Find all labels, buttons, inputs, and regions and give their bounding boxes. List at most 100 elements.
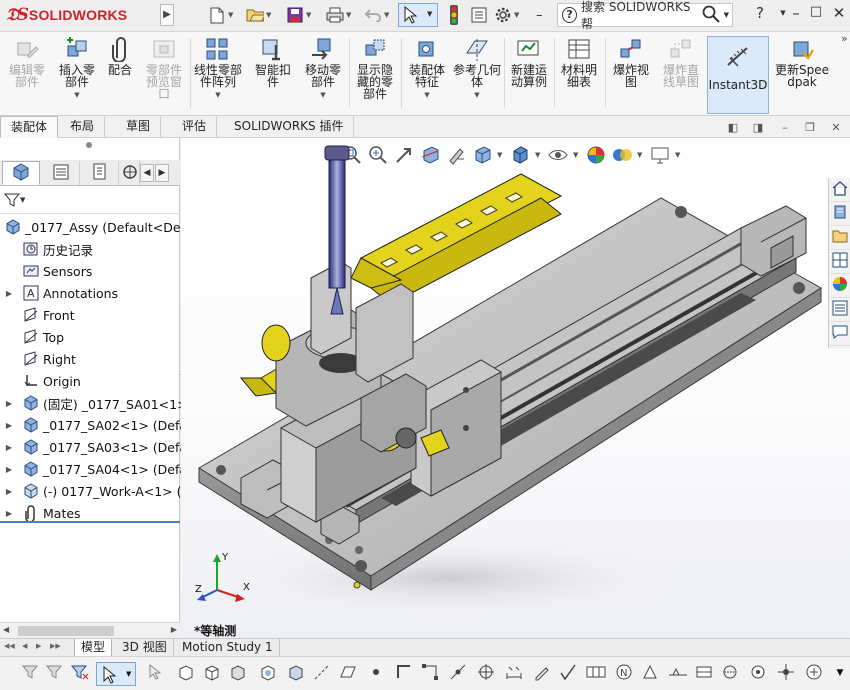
bill-of-materials-button[interactable]: 材料明细表 [556, 36, 602, 88]
filter-sketch-points-button[interactable] [366, 663, 386, 683]
move-component-button[interactable]: 移动零部件 ▼ [300, 36, 346, 101]
filter-midpoints-button[interactable] [420, 663, 440, 683]
search-icon[interactable] [702, 5, 720, 26]
file-properties-button[interactable] [470, 4, 488, 26]
tab-motion-study-1[interactable]: Motion Study 1 [176, 639, 280, 657]
filter-centerline-button[interactable] [476, 663, 496, 683]
select-all-button[interactable] [146, 663, 166, 683]
tab-assembly[interactable]: 装配体 [0, 116, 59, 138]
filter-blocks-button[interactable] [694, 663, 714, 683]
select-tool-button[interactable]: ▼ [398, 3, 438, 27]
filter-planes-button[interactable] [338, 663, 358, 683]
file-explorer-tab[interactable] [829, 226, 850, 250]
filter-surfaces-button[interactable] [258, 663, 278, 683]
next-tab-arrow-icon[interactable]: ▶ [36, 642, 41, 650]
tree-item-sa04[interactable]: ▶ _0177_SA04<1> (Default) [4, 458, 184, 480]
rollback-bar[interactable] [0, 521, 180, 523]
tab-layout[interactable]: 布局 [60, 116, 106, 138]
expand-arrow-icon[interactable]: ▶ [4, 289, 14, 298]
tree-item-right-plane[interactable]: Right [12, 348, 192, 370]
filter-geometric-tolerance-button[interactable] [586, 663, 606, 683]
tab-3d-views[interactable]: 3D 视图 [116, 639, 174, 657]
tab-dimxpert[interactable] [120, 161, 140, 185]
solidworks-logo[interactable]: 𝔇S SOLIDWORKS [6, 5, 127, 25]
customize-button[interactable]: – [536, 4, 543, 26]
open-document-button[interactable]: ▼ [246, 4, 271, 26]
toggle-filter-button[interactable] [20, 663, 40, 683]
chevron-down-icon[interactable]: ▼ [724, 11, 732, 19]
filter-datum-target-button[interactable] [640, 663, 660, 683]
appearances-tab[interactable] [829, 274, 850, 298]
filter-more-button[interactable]: ▼ [830, 663, 850, 683]
prev-tab-arrow-icon[interactable]: ◀ [22, 642, 27, 650]
tab-propertymanager[interactable] [42, 161, 80, 185]
filter-routing-points-button[interactable] [804, 663, 824, 683]
scroll-right-button[interactable]: ▶ [155, 164, 169, 182]
doc-close-button[interactable]: ✕ [829, 121, 843, 135]
filter-weld-symbols-button[interactable] [668, 663, 688, 683]
filter-vertices-button[interactable] [176, 663, 196, 683]
assembly-3d-model[interactable] [181, 138, 850, 638]
tree-horizontal-scrollbar[interactable]: ◀ ▶ [0, 622, 180, 638]
expand-arrow-icon[interactable]: ▶ [4, 487, 14, 496]
filter-dimensions-button[interactable] [504, 663, 524, 683]
doc-tile-right-button[interactable]: ◨ [751, 121, 765, 135]
tree-item-sa01[interactable]: ▶ (固定) _0177_SA01<1> (Default) [4, 392, 184, 414]
bottom-select-tool-button[interactable]: ▼ [96, 662, 136, 686]
doc-restore-button[interactable]: ❐ [803, 121, 817, 135]
filter-toolbar-button[interactable] [44, 663, 64, 683]
expand-arrow-icon[interactable]: ▶ [4, 399, 14, 408]
filter-solid-bodies-button[interactable] [286, 663, 306, 683]
tree-item-sa02[interactable]: ▶ _0177_SA02<1> (Default) [4, 414, 184, 436]
tab-configurationmanager[interactable] [81, 161, 119, 185]
tab-sketch[interactable]: 草图 [116, 116, 162, 138]
last-tab-arrow-icon[interactable]: ▶▶ [50, 642, 61, 650]
filter-cosmetic-threads-button[interactable] [720, 663, 740, 683]
filter-notes-button[interactable] [532, 663, 552, 683]
doc-tile-left-button[interactable]: ◧ [726, 121, 740, 135]
undo-button[interactable]: ▼ [364, 4, 389, 26]
panel-grip[interactable] [86, 142, 92, 148]
tab-featuremanager[interactable] [2, 161, 40, 185]
expand-arrow-icon[interactable]: ▶ [4, 421, 14, 430]
clear-filters-button[interactable] [70, 663, 90, 683]
assembly-features-button[interactable]: 装配体特征 ▼ [404, 36, 450, 101]
tree-item-sensors[interactable]: Sensors [12, 260, 192, 282]
first-tab-arrow-icon[interactable]: ◀◀ [4, 642, 15, 650]
filter-connection-points-button[interactable] [776, 663, 796, 683]
scrollbar-thumb[interactable] [18, 626, 114, 636]
new-document-button[interactable]: ▼ [208, 4, 233, 26]
help-search-box[interactable]: ? 搜索 SOLIDWORKS 帮 ▼ [557, 0, 733, 31]
scroll-right-arrow-icon[interactable]: ▶ [171, 625, 177, 634]
tab-model[interactable]: 模型 [74, 639, 113, 657]
custom-properties-tab[interactable] [829, 298, 850, 322]
tree-root-assembly[interactable]: _0177_Assy (Default<Default_Display Stat… [4, 216, 184, 238]
filter-surface-finish-button[interactable] [558, 663, 578, 683]
help-search-input[interactable]: 搜索 SOLIDWORKS 帮 [581, 0, 698, 32]
tree-item-history[interactable]: 历史记录 [12, 238, 192, 260]
forum-tab[interactable] [829, 322, 850, 346]
options-button[interactable]: ▼ [494, 4, 519, 26]
scroll-left-arrow-icon[interactable]: ◀ [3, 625, 9, 634]
mate-button[interactable]: 配合 [103, 36, 137, 76]
reference-geometry-button[interactable]: 参考几何体 ▼ [452, 36, 502, 101]
expand-arrow-icon[interactable]: ▶ [4, 443, 14, 452]
save-button[interactable]: ▼ [286, 4, 311, 26]
tree-item-annotations[interactable]: ▶ A Annotations [4, 282, 184, 304]
close-window-button[interactable]: ✕ [828, 4, 850, 26]
menu-expand-button[interactable]: ▶ [160, 4, 174, 26]
filter-datum-button[interactable]: N [614, 663, 634, 683]
restore-window-button[interactable]: □ [805, 4, 827, 26]
filter-sketch-segments-button[interactable] [394, 663, 414, 683]
expand-arrow-icon[interactable]: ▶ [4, 465, 14, 474]
new-motion-study-button[interactable]: 新建运动算例 [506, 36, 552, 88]
explode-line-sketch-button[interactable]: 爆炸直线草图 [656, 36, 706, 88]
expand-arrow-icon[interactable]: ▶ [4, 509, 14, 518]
tree-item-sa03[interactable]: ▶ _0177_SA03<1> (Default) [4, 436, 184, 458]
show-hidden-components-button[interactable]: 显示隐藏的零部件 [352, 36, 398, 100]
linear-component-pattern-button[interactable]: 线性零部件阵列 ▼ [192, 36, 244, 101]
update-speedpak-button[interactable]: 更新Speedpak [772, 36, 832, 88]
tree-item-origin[interactable]: Origin [12, 370, 192, 392]
filter-axes-button[interactable] [312, 663, 332, 683]
filter-centermarks-button[interactable] [448, 663, 468, 683]
